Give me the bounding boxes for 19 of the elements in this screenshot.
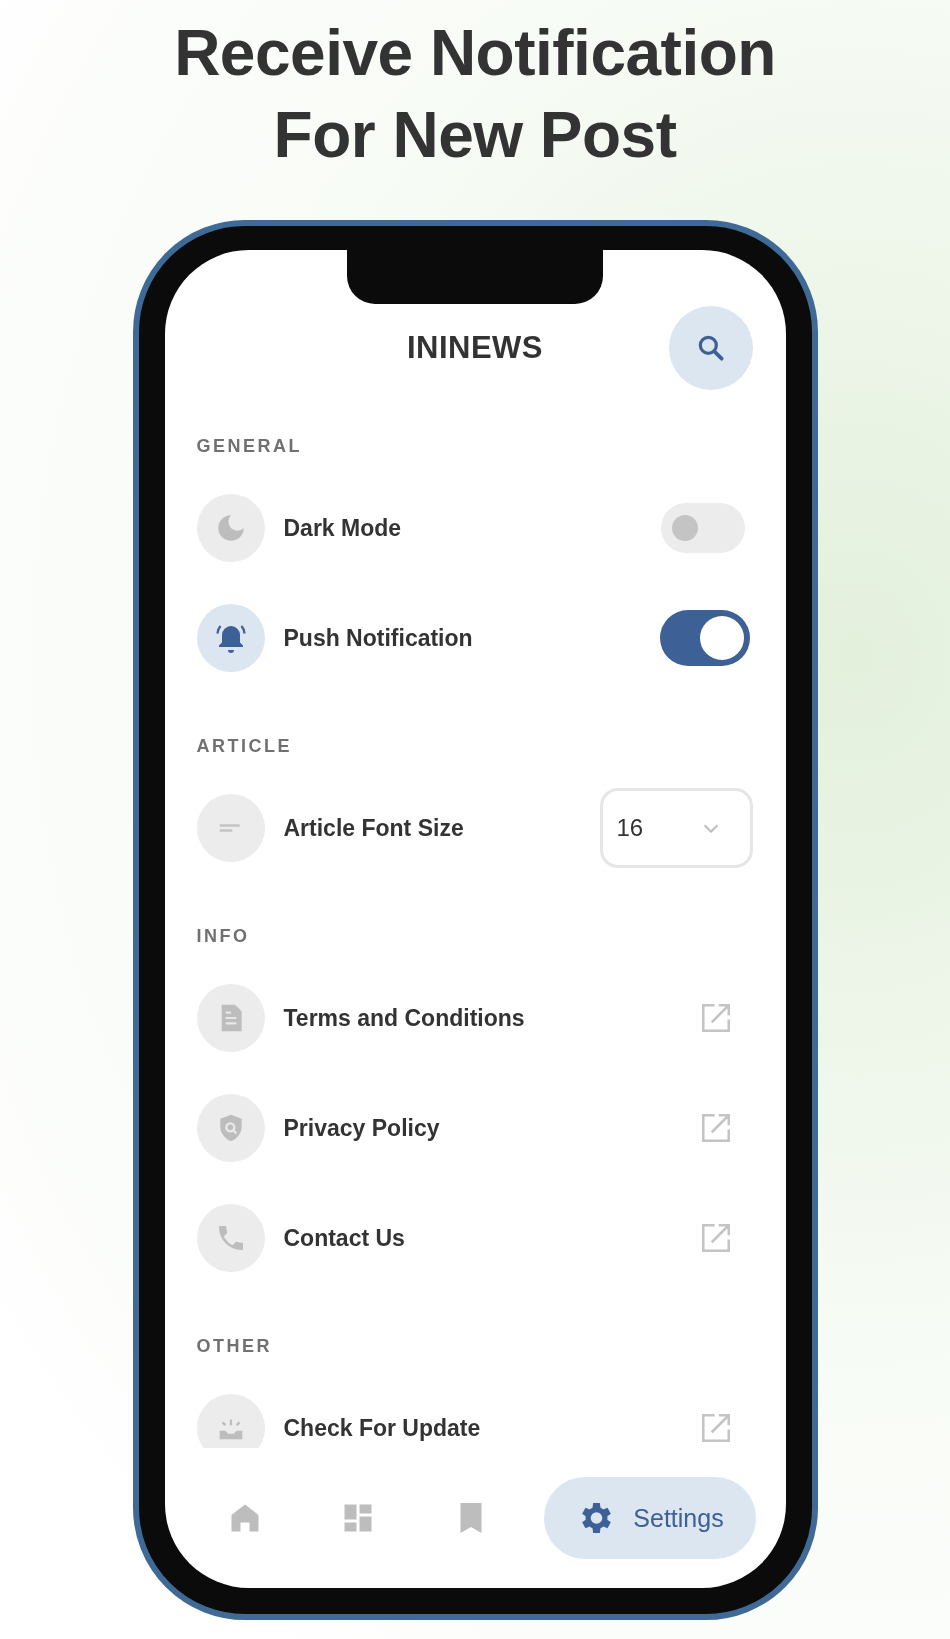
settings-tab[interactable]: Settings xyxy=(543,1477,756,1559)
setting-label: Terms and Conditions xyxy=(283,1004,526,1032)
font-size-dropdown[interactable]: 16 xyxy=(599,788,753,868)
toggle-switch[interactable] xyxy=(660,503,745,553)
setting-label: Dark Mode xyxy=(283,514,403,542)
headline: For New Post xyxy=(273,98,677,173)
section-title: GENERAL xyxy=(196,435,302,458)
update-icon xyxy=(196,1394,265,1448)
toggle-switch[interactable] xyxy=(659,610,750,666)
section-title: ARTICLE xyxy=(196,735,292,758)
headline: Receive Notification xyxy=(174,16,776,91)
setting-label: Contact Us xyxy=(283,1224,406,1252)
setting-label: Push Notification xyxy=(283,624,474,652)
setting-label: Privacy Policy xyxy=(283,1114,441,1142)
section-title: INFO xyxy=(196,925,250,948)
setting-label: Article Font Size xyxy=(283,814,465,842)
setting-label: Check For Update xyxy=(283,1414,482,1442)
section-title: OTHER xyxy=(196,1335,272,1358)
app-title: ININEWS xyxy=(406,330,544,366)
